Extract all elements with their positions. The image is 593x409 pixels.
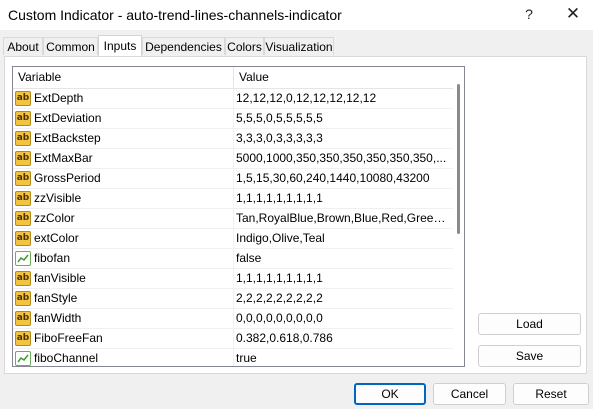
cell-divider xyxy=(233,329,234,348)
table-row[interactable]: fibofan false xyxy=(13,249,453,269)
table-row[interactable]: ab ExtDeviation 5,5,5,0,5,5,5,5,5 xyxy=(13,109,453,129)
variable-value[interactable]: true xyxy=(236,349,452,366)
ab-string-icon: ab xyxy=(15,331,31,346)
cell-divider xyxy=(233,349,234,366)
ok-button[interactable]: OK xyxy=(354,383,426,405)
tab-colors[interactable]: Colors xyxy=(225,37,264,55)
cell-divider xyxy=(233,189,234,208)
ab-string-icon: ab xyxy=(15,231,31,246)
table-row[interactable]: ab GrossPeriod 1,5,15,30,60,240,1440,10080… xyxy=(13,169,453,189)
variable-value[interactable]: 1,5,15,30,60,240,1440,10080,43200 xyxy=(236,169,452,188)
tab-dependencies[interactable]: Dependencies xyxy=(142,37,225,55)
ab-string-icon: ab xyxy=(15,311,31,326)
cell-divider xyxy=(233,209,234,228)
table-row[interactable]: ab zzColor Tan,RoyalBlue,Brown,Blue,Red,Gr… xyxy=(13,209,453,229)
table-row[interactable]: ab ExtMaxBar 5000,1000,350,350,350,350,350… xyxy=(13,149,453,169)
variable-name: ExtDepth xyxy=(34,91,84,105)
ab-string-icon: ab xyxy=(15,191,31,206)
grid-scrollbar[interactable] xyxy=(453,67,464,366)
variable-name: FiboFreeFan xyxy=(34,331,103,345)
variable-name: fanStyle xyxy=(34,291,78,305)
table-row[interactable]: ab zzVisible 1,1,1,1,1,1,1,1,1 xyxy=(13,189,453,209)
variable-value[interactable]: 5,5,5,0,5,5,5,5,5 xyxy=(236,109,452,128)
table-row[interactable]: fiboChannel true xyxy=(13,349,453,366)
help-button[interactable]: ? xyxy=(515,2,543,26)
reset-button[interactable]: Reset xyxy=(513,383,589,405)
variable-value[interactable]: 2,2,2,2,2,2,2,2,2 xyxy=(236,289,452,308)
cell-divider xyxy=(233,89,234,108)
table-row[interactable]: ab fanStyle 2,2,2,2,2,2,2,2,2 xyxy=(13,289,453,309)
column-header-variable[interactable]: Variable xyxy=(13,67,233,88)
window-title: Custom Indicator - auto-trend-lines-chan… xyxy=(8,7,342,23)
table-row[interactable]: ab fanVisible 1,1,1,1,1,1,1,1,1 xyxy=(13,269,453,289)
tab-visualization[interactable]: Visualization xyxy=(264,37,334,55)
scrollbar-thumb[interactable] xyxy=(457,84,460,234)
bool-icon xyxy=(15,251,31,266)
variable-value[interactable]: 3,3,3,0,3,3,3,3,3 xyxy=(236,129,452,148)
variable-name: fibofan xyxy=(34,251,71,265)
save-button[interactable]: Save xyxy=(478,345,581,367)
cell-divider xyxy=(233,169,234,188)
variable-name: fanWidth xyxy=(34,311,82,325)
variable-value[interactable]: Tan,RoyalBlue,Brown,Blue,Red,GreenYell..… xyxy=(236,209,452,228)
ab-string-icon: ab xyxy=(15,171,31,186)
variable-value[interactable]: Indigo,Olive,Teal xyxy=(236,229,452,248)
cell-divider xyxy=(233,109,234,128)
cell-divider xyxy=(233,249,234,268)
variable-name: ExtDeviation xyxy=(34,111,102,125)
variable-value[interactable]: 5000,1000,350,350,350,350,350,350,... xyxy=(236,149,452,168)
variable-name: fiboChannel xyxy=(34,351,99,365)
tab-about[interactable]: About xyxy=(3,37,43,55)
column-header-value[interactable]: Value xyxy=(234,67,454,88)
variable-value[interactable]: 1,1,1,1,1,1,1,1,1 xyxy=(236,189,452,208)
variable-name: GrossPeriod xyxy=(34,171,101,185)
ab-string-icon: ab xyxy=(15,291,31,306)
cell-divider xyxy=(233,149,234,168)
table-row[interactable]: ab extColor Indigo,Olive,Teal xyxy=(13,229,453,249)
table-row[interactable]: ab ExtDepth 12,12,12,0,12,12,12,12,12 xyxy=(13,89,453,109)
variable-value[interactable]: 12,12,12,0,12,12,12,12,12 xyxy=(236,89,452,108)
table-row[interactable]: ab ExtBackstep 3,3,3,0,3,3,3,3,3 xyxy=(13,129,453,149)
bool-icon xyxy=(15,351,31,366)
tab-common[interactable]: Common xyxy=(43,37,98,55)
cell-divider xyxy=(233,289,234,308)
variable-name: zzVisible xyxy=(34,191,82,205)
ab-string-icon: ab xyxy=(15,271,31,286)
table-row[interactable]: ab FiboFreeFan 0.382,0.618,0.786 xyxy=(13,329,453,349)
ab-string-icon: ab xyxy=(15,211,31,226)
variable-value[interactable]: 0.382,0.618,0.786 xyxy=(236,329,452,348)
load-button[interactable]: Load xyxy=(478,313,581,335)
cell-divider xyxy=(233,129,234,148)
cell-divider xyxy=(233,309,234,328)
variable-name: extColor xyxy=(34,231,79,245)
variable-name: fanVisible xyxy=(34,271,86,285)
variable-value[interactable]: 0,0,0,0,0,0,0,0,0 xyxy=(236,309,452,328)
ab-string-icon: ab xyxy=(15,91,31,106)
grid-header: Variable Value xyxy=(13,67,464,89)
variable-name: ExtBackstep xyxy=(34,131,101,145)
close-button[interactable]: ✕ xyxy=(559,2,587,26)
cell-divider xyxy=(233,229,234,248)
cancel-button[interactable]: Cancel xyxy=(433,383,506,405)
ab-string-icon: ab xyxy=(15,131,31,146)
table-row[interactable]: ab fanWidth 0,0,0,0,0,0,0,0,0 xyxy=(13,309,453,329)
variable-value[interactable]: 1,1,1,1,1,1,1,1,1 xyxy=(236,269,452,288)
tab-inputs[interactable]: Inputs xyxy=(98,35,142,56)
variable-name: ExtMaxBar xyxy=(34,151,93,165)
title-bar: Custom Indicator - auto-trend-lines-chan… xyxy=(0,0,593,31)
ab-string-icon: ab xyxy=(15,151,31,166)
cell-divider xyxy=(233,269,234,288)
ab-string-icon: ab xyxy=(15,111,31,126)
variable-value[interactable]: false xyxy=(236,249,452,268)
variable-name: zzColor xyxy=(34,211,75,225)
inputs-grid: Variable Value ab ExtDepth 12,12,12,0,12,1… xyxy=(12,66,465,367)
